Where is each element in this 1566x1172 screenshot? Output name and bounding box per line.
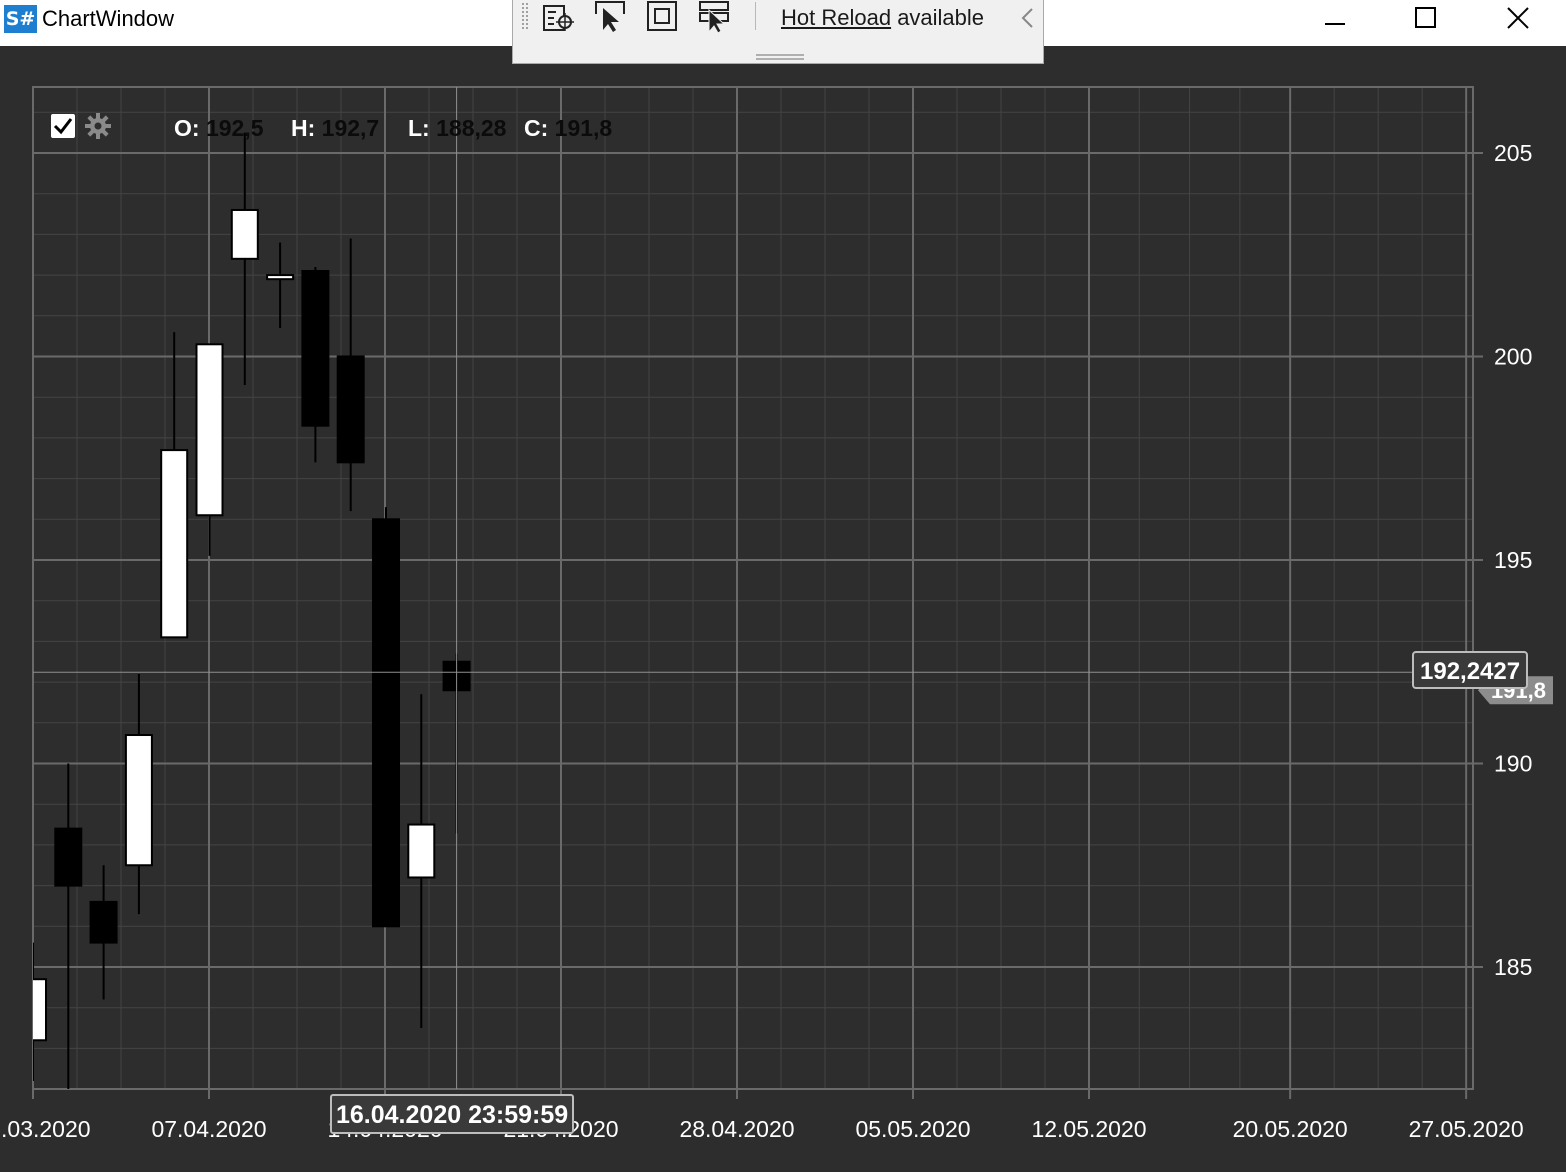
candle-body-up [407, 823, 436, 879]
select-element-button[interactable] [593, 0, 627, 34]
candle[interactable] [266, 242, 295, 329]
legend-open-value: 192,5 [205, 115, 264, 141]
legend-close: C: 191,8 [524, 115, 613, 141]
app-icon: S# [4, 5, 37, 33]
legend-high-value: 192,7 [321, 115, 380, 141]
hot-reload-link[interactable]: Hot Reload [781, 5, 891, 30]
chevron-left-icon [1021, 8, 1033, 28]
candle-body-up [230, 208, 259, 260]
candle[interactable] [195, 343, 224, 556]
live-visual-tree-icon [543, 5, 574, 31]
time-tick-label: 07.04.2020 [151, 1116, 266, 1142]
hot-reload-available-text: available [891, 5, 985, 30]
candle[interactable] [336, 238, 365, 512]
candle[interactable] [124, 673, 153, 915]
legend-open: O: 192,5 [174, 115, 264, 141]
display-adorners-button[interactable] [645, 0, 679, 34]
hot-reload-status: Hot Reload available [781, 4, 984, 32]
live-visual-tree-button[interactable] [541, 0, 575, 34]
maximize-icon [1415, 7, 1436, 28]
candle-body-down [336, 355, 365, 464]
candle-body-up [160, 449, 189, 639]
toolbar-separator [755, 2, 756, 30]
minimize-button[interactable] [1289, 0, 1381, 36]
display-adorners-icon [647, 1, 677, 31]
time-tick-label: 27.05.2020 [1409, 1116, 1524, 1142]
price-tick-label: 190 [1494, 751, 1532, 777]
candle-body-up [33, 978, 47, 1042]
candle[interactable] [230, 132, 259, 385]
candle-body-up [195, 343, 224, 517]
gear-icon [85, 113, 111, 139]
candle-body-down [301, 270, 330, 427]
crosshair-time-label: 16.04.2020 23:59:59 [330, 1094, 575, 1134]
candle[interactable] [407, 694, 436, 1029]
candle-body-down [54, 827, 83, 887]
price-tick-label: 200 [1494, 344, 1532, 370]
minimize-icon [1325, 23, 1345, 25]
time-tick-label: 28.04.2020 [679, 1116, 794, 1142]
candle-body-down [372, 518, 400, 928]
time-tick-label: 12.05.2020 [1031, 1116, 1146, 1142]
legend-close-value: 191,8 [554, 115, 613, 141]
candle[interactable] [372, 507, 400, 928]
candle-body-up [266, 274, 295, 281]
select-element-icon [595, 1, 625, 32]
track-focus-button[interactable] [697, 0, 731, 34]
close-button[interactable] [1472, 0, 1564, 36]
series-settings-button[interactable] [84, 112, 112, 140]
time-tick-label: 05.05.2020 [855, 1116, 970, 1142]
legend-low-value: 188,28 [436, 115, 507, 141]
track-focus-icon [699, 1, 729, 34]
legend-low: L: 188,28 [408, 115, 507, 141]
legend-high: H: 192,7 [291, 115, 380, 141]
collapse-toolbar-button[interactable] [1017, 6, 1037, 30]
candle-body-down [89, 900, 118, 944]
maximize-button[interactable] [1380, 0, 1472, 36]
candlestick-chart[interactable]: 18519019520020531.03.202007.04.202014.04… [0, 46, 1566, 1172]
price-tick-label: 205 [1494, 140, 1532, 166]
close-icon [1507, 7, 1529, 29]
candle[interactable] [301, 266, 330, 463]
window-title: ChartWindow [42, 6, 175, 31]
time-tick-label: 31.03.2020 [0, 1116, 91, 1142]
series-visibility-checkbox[interactable] [51, 114, 75, 138]
time-tick-label: 20.05.2020 [1233, 1116, 1348, 1142]
price-tick-label: 195 [1494, 547, 1532, 573]
crosshair-price-label: 192,2427 [1412, 651, 1529, 689]
candle[interactable] [20, 942, 47, 1081]
candle-body-up [124, 734, 153, 867]
toolbar-grip[interactable] [521, 2, 529, 30]
price-tick-label: 185 [1494, 954, 1532, 980]
checkmark-icon [53, 118, 73, 135]
